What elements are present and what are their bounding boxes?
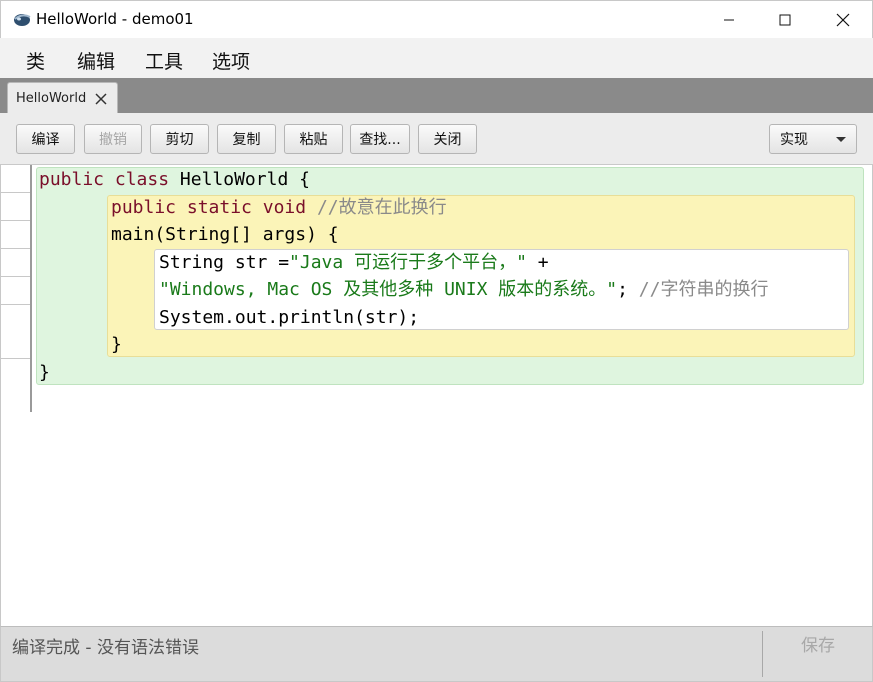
status-bar: 编译完成 - 没有语法错误 保存 (0, 626, 873, 682)
cut-button[interactable]: 剪切 (150, 124, 209, 154)
save-button[interactable]: 保存 (763, 627, 873, 677)
close-icon (836, 13, 850, 27)
code-line-5: "Windows, Mac OS 及其他多种 UNIX 版本的系统。"; //字… (159, 279, 768, 301)
tab-helloworld[interactable]: HelloWorld (7, 82, 118, 113)
minimize-button[interactable] (700, 1, 758, 39)
line-number-gutter (1, 165, 32, 412)
code-line-7: } (111, 334, 122, 355)
code-editor[interactable]: public class HelloWorld { public static … (0, 165, 873, 626)
gutter-divider (1, 248, 30, 249)
paste-button[interactable]: 粘贴 (284, 124, 343, 154)
keyword: class (114, 169, 170, 190)
keyword: void (262, 197, 307, 218)
code-text: HelloWorld { (179, 169, 310, 190)
menu-options[interactable]: 选项 (212, 47, 250, 74)
gutter-divider (1, 276, 30, 277)
eclipse-sphere-icon (14, 14, 31, 26)
code-string: "Java 可运行于多个平台，" (289, 252, 527, 273)
code-line-2: public static void //故意在此换行 (111, 197, 447, 219)
gutter-divider (1, 220, 30, 221)
close-button[interactable]: 关闭 (418, 124, 477, 154)
toolbar: 编译 撤销 剪切 复制 粘贴 查找... 关闭 实现 (0, 113, 873, 165)
code-line-3: main(String[] args) { (111, 224, 339, 245)
chevron-down-icon (836, 137, 846, 142)
title-bar: HelloWorld - demo01 (0, 0, 873, 38)
view-select[interactable]: 实现 (769, 124, 857, 154)
menu-edit[interactable]: 编辑 (77, 47, 115, 74)
compile-button[interactable]: 编译 (16, 124, 75, 154)
code-line-4: String str ="Java 可运行于多个平台，" + (159, 252, 549, 274)
menu-class[interactable]: 类 (26, 47, 45, 74)
status-message: 编译完成 - 没有语法错误 (12, 638, 199, 658)
gutter-divider (1, 358, 30, 359)
window-title: HelloWorld - demo01 (36, 10, 194, 28)
menu-tools[interactable]: 工具 (145, 47, 183, 74)
minimize-icon (724, 19, 734, 21)
keyword: public (39, 169, 105, 190)
find-button[interactable]: 查找... (350, 124, 410, 154)
code-text: + (526, 252, 549, 273)
keyword: public (111, 197, 177, 218)
tab-label: HelloWorld (16, 91, 87, 106)
code-comment: //字符串的换行 (638, 279, 769, 300)
copy-button[interactable]: 复制 (217, 124, 276, 154)
maximize-icon (779, 14, 791, 26)
code-line-6: System.out.println(str); (159, 307, 420, 328)
tab-close-icon[interactable] (93, 91, 109, 107)
gutter-divider (1, 192, 30, 193)
tab-strip: HelloWorld (0, 78, 873, 113)
code-text: String str = (159, 252, 290, 273)
gutter-divider (1, 304, 30, 305)
keyword: static (186, 197, 252, 218)
code-line-1: public class HelloWorld { (39, 169, 310, 191)
menu-bar: 类 编辑 工具 选项 (0, 38, 873, 78)
code-text: ; (617, 279, 639, 300)
code-comment: //故意在此换行 (316, 197, 447, 218)
undo-button[interactable]: 撤销 (84, 124, 142, 154)
code-line-8: } (39, 362, 50, 383)
code-string: "Windows, Mac OS 及其他多种 UNIX 版本的系统。" (159, 279, 618, 300)
close-window-button[interactable] (814, 1, 872, 39)
view-select-value: 实现 (780, 132, 808, 148)
maximize-button[interactable] (756, 1, 814, 39)
